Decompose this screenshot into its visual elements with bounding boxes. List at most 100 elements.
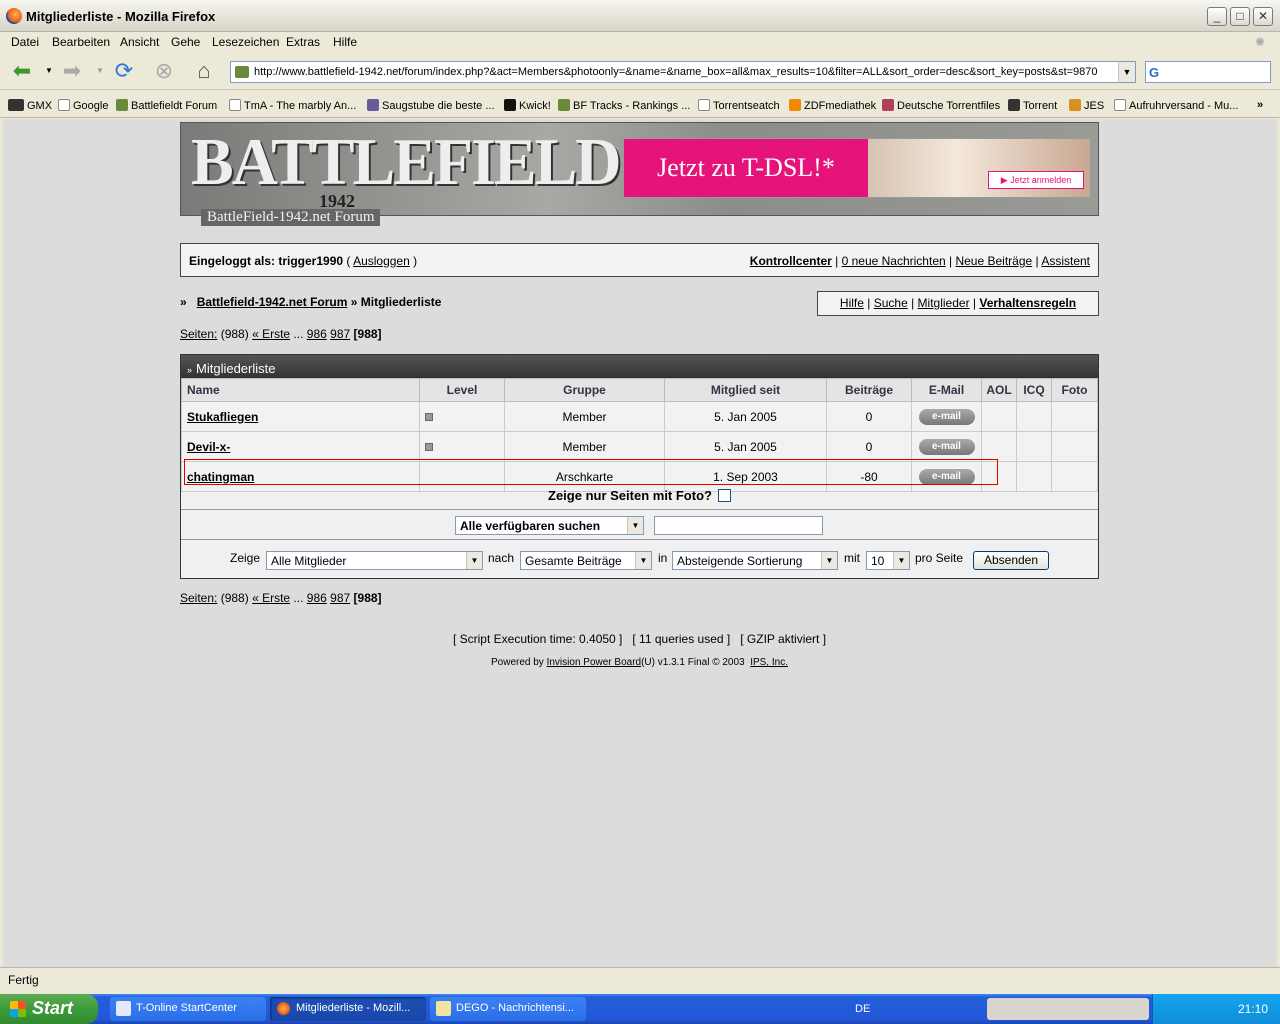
forward-button[interactable]: ➡ [58,58,86,84]
search-scope-select[interactable]: Alle verfügbaren suchen ▼ [455,516,644,535]
search-name-input[interactable] [654,516,823,535]
task-tonline[interactable]: T-Online StartCenter [110,997,266,1021]
url-text: http://www.battlefield-1942.net/forum/in… [254,66,1098,78]
menu-extras[interactable]: Extras [286,35,320,49]
forum-subtitle: BattleField-1942.net Forum [201,209,381,226]
sort-order-select[interactable]: Absteigende Sortierung ▼ [672,551,838,570]
col-joined[interactable]: Mitglied seit [664,378,827,402]
menu-ansicht[interactable]: Ansicht [120,35,159,49]
title-bar: Mitgliederliste - Mozilla Firefox _ □ ✕ [0,0,1280,32]
member-name-link[interactable]: Devil-x- [187,440,230,454]
bookmark-item[interactable]: ZDFmediathek [789,99,876,112]
window-title: Mitgliederliste - Mozilla Firefox [26,9,216,24]
task-dego[interactable]: DEGO - Nachrichtensi... [430,997,586,1021]
table-row: Devil-x- Member 5. Jan 2005 0 e-mail [181,431,1098,462]
start-button[interactable]: Start [0,994,98,1024]
email-button[interactable]: e-mail [918,409,975,425]
member-name-link[interactable]: Stukafliegen [187,410,258,424]
pages-label[interactable]: Seiten: [180,591,217,605]
level-icon [425,412,433,421]
filter-row: Zeige Alle Mitglieder ▼ nach Gesamte Beit… [181,540,1098,578]
taskbar: Start T-Online StartCenter Mitgliederlis… [0,994,1280,1024]
menu-bearbeiten[interactable]: Bearbeiten [52,35,110,49]
task-firefox[interactable]: Mitgliederliste - Mozill... [270,997,426,1021]
page-content: BATTLEFIELD 1942 BattleField-1942.net Fo… [3,119,1277,967]
new-messages-link[interactable]: 0 neue Nachrichten [842,254,946,268]
email-button[interactable]: e-mail [918,439,975,455]
advertisement-banner[interactable]: Jetzt zu T-DSL!* ▶ Jetzt anmelden [623,138,1091,198]
logout-link[interactable]: Ausloggen [353,254,410,268]
minimize-button[interactable]: _ [1207,7,1227,26]
page-987-link[interactable]: 987 [330,327,350,341]
bookmark-item[interactable]: JES [1069,99,1104,112]
bookmark-item[interactable]: Kwick! [504,99,551,112]
first-page-link[interactable]: « Erste [252,327,290,341]
reload-button[interactable]: ⟳ [110,58,138,84]
home-button[interactable]: ⌂ [190,58,218,84]
google-search-icon[interactable]: G [1149,65,1159,80]
bookmarks-overflow-icon[interactable]: » [1257,99,1263,111]
search-link[interactable]: Suche [874,296,908,310]
submit-button[interactable]: Absenden [973,551,1049,570]
col-photo: Foto [1051,378,1098,402]
first-page-link[interactable]: « Erste [252,591,290,605]
media-player-toolbar[interactable] [987,998,1149,1020]
back-dropdown-icon[interactable]: ▼ [45,66,53,75]
rules-link[interactable]: Verhaltensregeln [979,296,1076,310]
bookmark-item[interactable]: Aufruhrversand - Mu... [1114,99,1238,112]
status-bar: Fertig [0,967,1280,991]
page-986-link[interactable]: 986 [307,327,327,341]
menu-lesezeichen[interactable]: Lesezeichen [212,35,279,49]
pages-label[interactable]: Seiten: [180,327,217,341]
photo-only-checkbox[interactable] [717,489,731,502]
results-count-select[interactable]: 10 ▼ [866,551,910,570]
bookmark-item[interactable]: Battlefieldt Forum [116,99,217,112]
breadcrumb: » Battlefield-1942.net Forum » Mitgliede… [180,295,442,309]
system-tray: 21:10 [1152,994,1280,1024]
firefox-icon [6,8,22,24]
address-bar[interactable]: http://www.battlefield-1942.net/forum/in… [230,61,1136,83]
maximize-button[interactable]: □ [1230,7,1250,26]
bookmark-item[interactable]: Saugstube die beste ... [367,99,495,112]
ad-button[interactable]: ▶ Jetzt anmelden [988,171,1084,189]
bookmark-item[interactable]: TmA - The marbly An... [229,99,356,112]
stop-button[interactable]: ⊗ [150,58,178,84]
forward-dropdown-icon[interactable]: ▼ [96,66,104,75]
close-button[interactable]: ✕ [1253,7,1273,26]
back-button[interactable]: ⬅ [8,58,36,84]
breadcrumb-forum-link[interactable]: Battlefield-1942.net Forum [197,295,348,309]
menu-bar: Datei Bearbeiten Ansicht Gehe Lesezeiche… [0,32,1280,52]
members-panel-title: » Mitgliederliste [181,355,1098,378]
language-indicator[interactable]: DE [855,1003,870,1015]
col-posts[interactable]: Beiträge [826,378,912,402]
menu-hilfe[interactable]: Hilfe [333,35,357,49]
bookmark-item[interactable]: Torrent [1008,99,1057,112]
ips-link[interactable]: IPS, Inc. [750,657,788,668]
bookmark-item[interactable]: GMX [8,99,52,112]
sort-key-select[interactable]: Gesamte Beiträge ▼ [520,551,652,570]
menu-gehe[interactable]: Gehe [171,35,200,49]
menu-datei[interactable]: Datei [11,35,39,49]
bookmark-item[interactable]: Google [58,99,108,112]
bookmark-item[interactable]: Deutsche Torrentfiles [882,99,1000,112]
breadcrumb-current: Mitgliederliste [360,295,442,309]
assistant-link[interactable]: Assistent [1041,254,1090,268]
ipb-link[interactable]: Invision Power Board [547,657,642,668]
throbber-icon: ✺ [1255,35,1266,49]
col-group[interactable]: Gruppe [504,378,665,402]
col-level[interactable]: Level [419,378,505,402]
help-link[interactable]: Hilfe [840,296,864,310]
page-986-link[interactable]: 986 [307,591,327,605]
url-dropdown-icon[interactable]: ▼ [1118,62,1135,82]
forum-banner: BATTLEFIELD 1942 BattleField-1942.net Fo… [180,122,1099,226]
control-center-link[interactable]: Kontrollcenter [750,254,832,268]
col-name[interactable]: Name [181,378,420,402]
page-987-link[interactable]: 987 [330,591,350,605]
bookmark-item[interactable]: Torrentseatch [698,99,780,112]
bookmark-item[interactable]: BF Tracks - Rankings ... [558,99,690,112]
member-since: 5. Jan 2005 [664,401,827,432]
search-box[interactable]: G [1145,61,1271,83]
member-filter-select[interactable]: Alle Mitglieder ▼ [266,551,483,570]
members-link[interactable]: Mitglieder [918,296,970,310]
new-posts-link[interactable]: Neue Beiträge [955,254,1032,268]
